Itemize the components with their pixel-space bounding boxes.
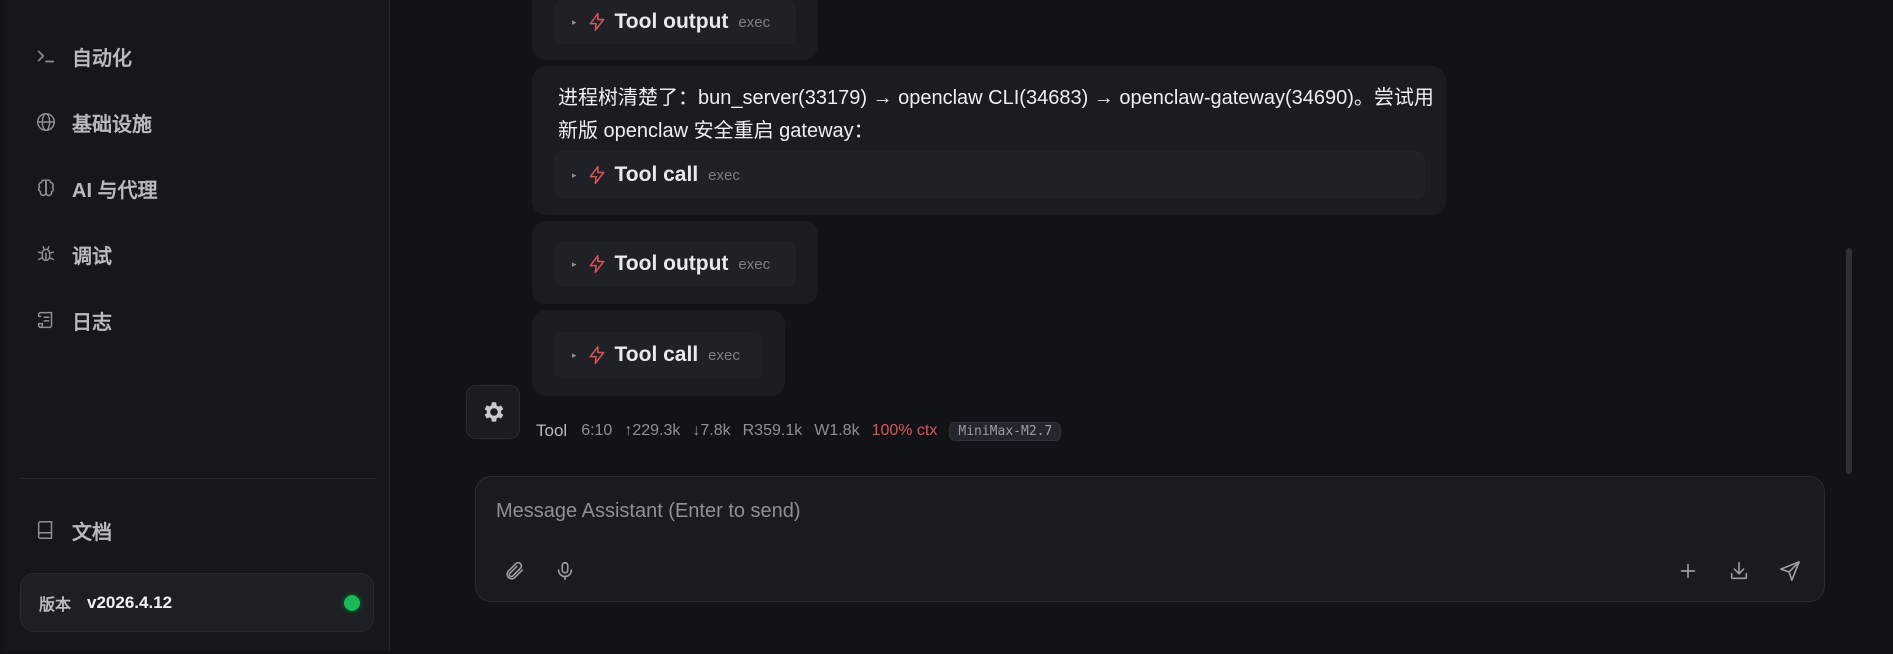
caret-right-icon: ▸ [572,349,577,360]
tool-tag: exec [708,166,740,184]
gear-icon [480,399,506,425]
sidebar-item-label: 文档 [72,521,112,544]
download-icon[interactable] [1725,557,1753,585]
book-icon [34,518,58,542]
meta-role: Tool [536,421,568,440]
terminal-icon [34,44,58,68]
meta-tokens-out: ↓7.8k [692,422,731,439]
sidebar: 自动化 基础设施 AI 与代理 调试 日志 文档 版本 v2026.4.12 [4,0,390,650]
tool-output-toggle[interactable]: ▸ Tool output exec [554,241,796,287]
tool-call-toggle[interactable]: ▸ Tool call exec [554,151,1425,199]
caret-right-icon: ▸ [572,16,577,27]
globe-icon [34,110,58,134]
sidebar-item-debug[interactable]: 调试 [34,236,364,272]
sidebar-item-label: 日志 [72,311,112,334]
sidebar-item-automation[interactable]: 自动化 [34,38,364,74]
lightning-icon [587,12,607,32]
sidebar-item-label: 自动化 [72,47,132,70]
lightning-icon [587,254,607,274]
app-window: 自动化 基础设施 AI 与代理 调试 日志 文档 版本 v2026.4.12 ▸… [4,0,1889,650]
meta-time: 6:10 [581,422,613,439]
sidebar-item-logs[interactable]: 日志 [34,302,364,338]
send-icon[interactable] [1776,557,1804,585]
bug-icon [34,242,58,266]
scroll-icon [34,308,58,332]
meta-read: R359.1k [742,422,803,439]
sidebar-item-label: AI 与代理 [72,179,158,202]
tool-tag: exec [708,346,740,364]
version-card: 版本 v2026.4.12 [20,573,374,632]
tool-call-toggle[interactable]: ▸ Tool call exec [554,332,763,378]
sidebar-item-docs[interactable]: 文档 [34,512,364,548]
tool-title: Tool call [614,163,699,186]
tool-output-toggle[interactable]: ▸ Tool output exec [554,0,796,44]
brain-icon [34,176,58,200]
meta-tokens-in: ↑229.3k [624,422,681,439]
chat-scrollbar[interactable] [1846,248,1852,474]
version-value: v2026.4.12 [87,592,173,612]
meta-context-usage: 100% ctx [871,422,938,439]
sidebar-divider [20,478,376,479]
message-meta: Tool 6:10 ↑229.3k ↓7.8k R359.1k W1.8k 10… [536,419,1062,443]
lightning-icon [587,165,607,185]
sidebar-item-label: 基础设施 [72,113,152,136]
sidebar-item-ai-agents[interactable]: AI 与代理 [34,170,364,206]
sidebar-item-infrastructure[interactable]: 基础设施 [34,104,364,140]
sidebar-item-label: 调试 [72,245,112,268]
tool-tag: exec [738,255,771,273]
model-badge: MiniMax-M2.7 [949,421,1062,441]
meta-write: W1.8k [814,422,860,439]
status-online-indicator [344,595,360,611]
lightning-icon [587,345,607,365]
tool-title: Tool output [614,252,729,275]
message-composer [475,476,1825,602]
tool-avatar [466,385,520,439]
caret-right-icon: ▸ [572,169,577,180]
microphone-icon[interactable] [551,557,579,585]
paperclip-icon[interactable] [500,557,528,585]
message-text: 进程树清楚了：bun_server(33179) → openclaw CLI(… [558,87,1434,142]
plus-icon[interactable] [1674,557,1702,585]
tool-title: Tool call [614,343,699,366]
tool-title: Tool output [614,10,729,33]
message-input[interactable] [496,495,1796,527]
version-label: 版本 [39,596,72,614]
tool-tag: exec [738,13,771,31]
caret-right-icon: ▸ [572,258,577,269]
